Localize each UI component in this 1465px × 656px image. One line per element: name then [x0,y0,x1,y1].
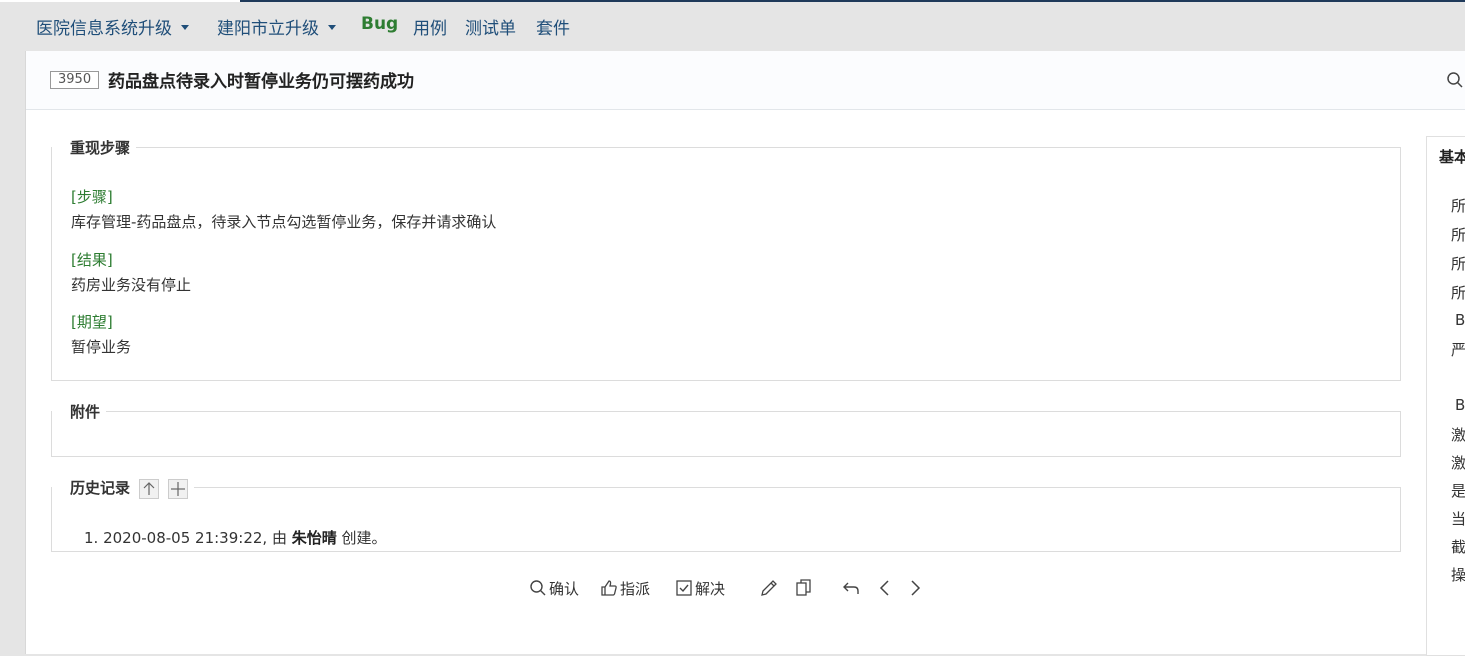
expect-text: 暂停业务 [71,338,132,356]
next-button[interactable] [906,578,926,600]
bug-title: 药品盘点待录入时暂停业务仍可摆药成功 [108,72,414,92]
history-entry-by: 由 [271,528,287,547]
chevron-right-icon [911,579,921,596]
assign-label: 指派 [620,580,651,598]
expect-label: [期望] [71,313,113,331]
product-name: 医院信息系统升级 [36,19,172,39]
edit-button[interactable] [759,578,781,600]
project-name: 建阳市立升级 [217,19,319,39]
resolve-label: 解决 [695,580,726,598]
copy-icon [796,578,811,596]
assign-button[interactable]: 指派 [600,578,650,600]
back-button[interactable] [841,578,863,600]
tab-testtask[interactable]: 测试单 [465,14,516,39]
history-entry: 1. 2020-08-05 21:39:22, 由 朱怡晴 创建。 [84,527,387,548]
info-row-label: 截 [1451,538,1465,556]
checkbox-icon [676,579,692,596]
tab-testcase[interactable]: 用例 [413,14,447,39]
search-icon[interactable] [1446,71,1464,89]
project-switcher[interactable]: 建阳市立升级 [217,14,336,39]
info-row-label: 当 [1451,510,1465,528]
pencil-icon [761,579,777,596]
step-label: [步骤] [71,188,113,206]
arrow-up-icon [143,481,155,495]
info-row-label: 所 [1451,255,1465,273]
info-row-label: 所 [1451,226,1465,244]
attachments-heading: 附件 [70,403,101,421]
expand-history-button[interactable] [168,478,189,499]
history-section: 历史记录 1. 2020-08-05 21:39:22, 由 朱怡晴 创建。 [51,477,1401,552]
search-icon [530,579,546,595]
product-switcher[interactable]: 医院信息系统升级 [36,14,189,39]
info-row-label: 严 [1451,341,1465,359]
plus-icon [171,481,186,496]
info-row-label: 操 [1451,566,1465,584]
repro-steps-section: 重现步骤 [步骤] 库存管理-药品盘点，待录入节点勾选暂停业务，保存并请求确认 … [51,137,1401,381]
history-entry-number: 1. [84,528,99,547]
history-entry-time: 2020-08-05 21:39:22, [103,528,268,547]
chevron-left-icon [879,579,889,596]
attachments-section: 附件 [51,401,1401,457]
history-entry-action: 创建。 [341,528,387,547]
caret-down-icon [328,24,336,30]
copy-button[interactable] [794,578,816,600]
tab-suite[interactable]: 套件 [536,14,570,39]
result-text: 药房业务没有停止 [71,276,192,294]
previous-button[interactable] [876,578,896,600]
confirm-button[interactable]: 确认 [529,578,579,600]
main-panel: 3950 药品盘点待录入时暂停业务仍可摆药成功 重现步骤 [步骤] 库存管理-药… [25,51,1465,656]
resolve-button[interactable]: 解决 [675,578,725,600]
confirm-label: 确认 [549,580,580,598]
info-row-label: B [1455,396,1465,414]
info-row-label: 激 [1451,454,1465,472]
repro-steps-heading: 重现步骤 [70,139,131,157]
info-row-label: 激 [1451,426,1465,444]
history-title: 历史记录 [70,479,131,497]
info-row-label: 是 [1451,482,1465,500]
back-arrow-icon [843,582,859,594]
history-heading: 历史记录 [52,477,194,499]
step-text: 库存管理-药品盘点，待录入节点勾选暂停业务，保存并请求确认 [71,213,497,231]
bug-id-badge: 3950 [50,71,100,89]
tab-bug[interactable]: Bug [361,14,398,34]
info-row-label: 所 [1451,284,1465,302]
sort-history-button[interactable] [139,478,160,499]
info-row-label: 所 [1451,197,1465,215]
thumbs-up-icon [601,579,617,596]
bug-header: 3950 药品盘点待录入时暂停业务仍可摆药成功 [26,51,1465,110]
caret-down-icon [181,24,189,30]
sidebar-title: 基本 [1439,148,1465,166]
result-label: [结果] [71,251,113,269]
top-navigation: 医院信息系统升级 建阳市立升级 Bug 用例 测试单 套件 [0,2,1465,50]
history-entry-user: 朱怡晴 [291,528,337,547]
info-row-label: B [1455,311,1465,329]
basic-info-sidebar: 基本 所 所 所 所 B 严 B 激 激 是 当 截 操 [1426,136,1465,656]
